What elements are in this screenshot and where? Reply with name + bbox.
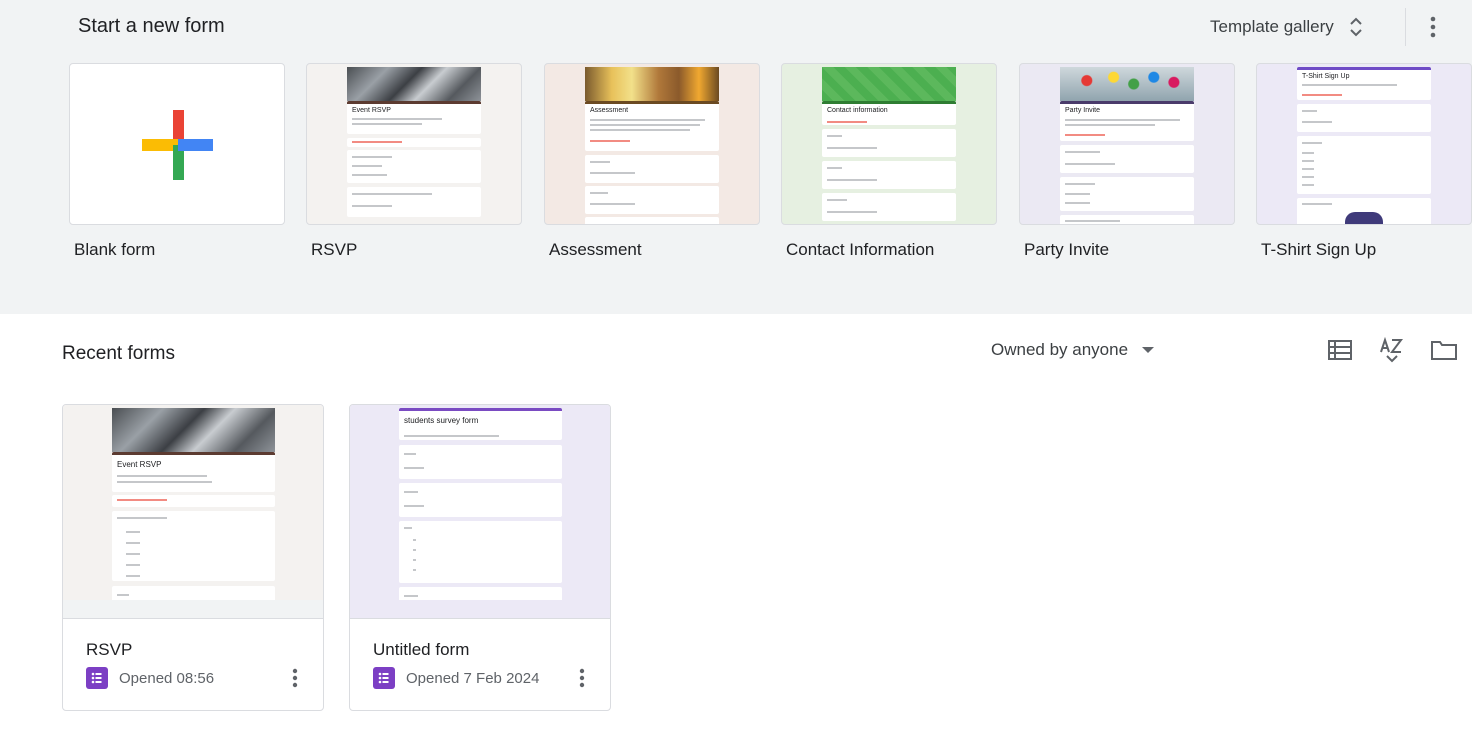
contact-header-image [822,67,956,101]
template-thumbnail[interactable]: Assessment [544,63,760,225]
opened-time: Opened 7 Feb 2024 [406,669,540,687]
template-thumbnail[interactable]: T-Shirt Sign Up [1256,63,1472,225]
forms-icon [86,667,108,689]
template-blank-form[interactable]: Blank form [69,63,285,260]
sort-az-icon[interactable] [1376,334,1408,366]
template-label: RSVP [311,240,358,259]
template-tshirt-sign-up[interactable]: T-Shirt Sign Up T-Shirt Sign Up [1256,63,1472,260]
template-label: Blank form [74,240,156,259]
template-label: Party Invite [1024,240,1110,259]
start-new-form-section: Start a new form Template gallery Blank … [0,0,1472,314]
template-rsvp[interactable]: Event RSVP RSVP [306,63,522,260]
plus-icon [142,110,213,180]
rsvp-header-image [112,408,275,452]
rsvp-header-image [347,67,481,101]
owner-filter-dropdown[interactable]: Owned by anyone [983,333,1162,367]
template-label: Assessment [549,240,642,259]
template-thumbnail[interactable] [69,63,285,225]
preview-title: students survey form [404,416,479,425]
template-gallery-label: Template gallery [1210,17,1334,36]
recent-forms-title: Recent forms [62,343,175,364]
more-vert-icon[interactable] [1420,10,1446,44]
template-thumbnail[interactable]: Contact information [781,63,997,225]
preview-title: Contact information [827,107,888,114]
folder-icon[interactable] [1428,334,1460,366]
template-gallery-button[interactable]: Template gallery [1200,8,1374,46]
preview-title: Event RSVP [352,107,391,114]
more-vert-icon[interactable] [283,663,307,693]
template-party-invite[interactable]: Party Invite Party Invite [1019,63,1235,260]
owner-filter-label: Owned by anyone [991,340,1129,359]
preview-title: Event RSVP [117,460,162,469]
template-label: T-Shirt Sign Up [1261,240,1377,259]
tshirt-image [1345,212,1383,224]
assessment-header-image [585,67,719,101]
template-thumbnail[interactable]: Event RSVP [306,63,522,225]
form-thumbnail: Event RSVP [63,405,323,618]
unfold-more-icon [1350,17,1362,37]
dropdown-arrow-icon [1142,346,1155,353]
template-thumbnail[interactable]: Party Invite [1019,63,1235,225]
more-vert-icon[interactable] [570,663,594,693]
form-thumbnail: students survey form [350,405,610,618]
forms-icon [373,667,395,689]
preview-title: T-Shirt Sign Up [1302,73,1350,80]
form-title: Untitled form [373,640,470,659]
recent-form-card[interactable]: students survey form Untitled form Opene… [349,404,611,711]
template-assessment[interactable]: Assessment Assessment [544,63,760,260]
form-title: RSVP [86,640,133,659]
list-view-icon[interactable] [1324,334,1356,366]
preview-title: Assessment [590,107,629,114]
preview-title: Party Invite [1065,107,1101,114]
opened-time: Opened 08:56 [119,669,215,687]
recent-form-card[interactable]: Event RSVP RSVP Opened 08:56 [62,404,324,711]
start-new-form-title: Start a new form [78,15,225,37]
template-label: Contact Information [786,240,935,259]
template-contact-information[interactable]: Contact information Contact Information [781,63,997,260]
toolbar-divider [1405,8,1406,46]
party-header-image [1060,67,1194,101]
